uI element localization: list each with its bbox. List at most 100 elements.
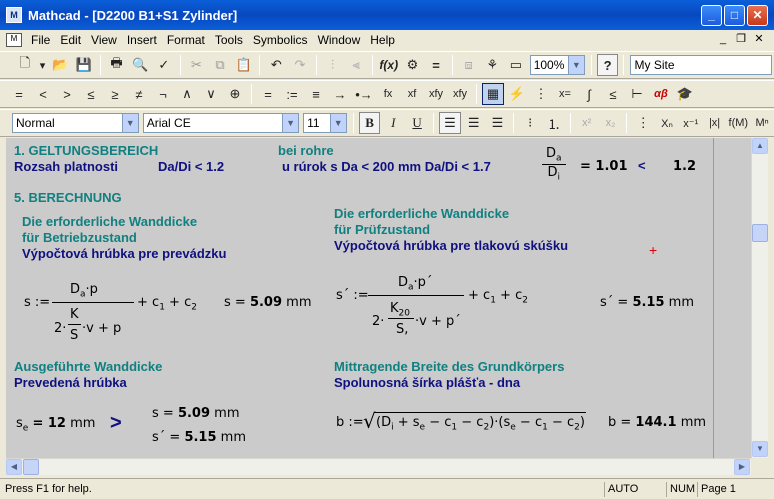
evaluation-toolbar-icon[interactable]: x= [554, 83, 576, 105]
align-across-icon[interactable]: ⫶ [322, 54, 344, 76]
graph-toolbar-icon[interactable]: ⚡ [506, 83, 528, 105]
scroll-up-icon[interactable]: ▲ [752, 138, 768, 154]
vectorize-icon[interactable]: f(M) [727, 112, 749, 134]
heading-mittragende-breite[interactable]: Mittragende Breite des Grundkörpers [334, 359, 564, 374]
left-heading-2[interactable]: für Betriebzustand [22, 230, 137, 245]
s-result[interactable]: s = 5.09 mm [224, 295, 312, 310]
op-keyword-symbolic[interactable]: •→ [353, 83, 375, 105]
op-and[interactable]: ∧ [176, 83, 198, 105]
print-icon[interactable]: 🖶 [106, 54, 128, 76]
programming-toolbar-icon[interactable]: ⊢ [626, 83, 648, 105]
left-heading-3[interactable]: Výpočtová hrúbka pre prevádzku [22, 246, 226, 261]
mathcad-app-icon[interactable]: M [6, 7, 22, 23]
bullets-icon[interactable]: ⁝ [519, 112, 541, 134]
horizontal-scrollbar[interactable]: ◀ ▶ [6, 458, 751, 475]
scroll-down-icon[interactable]: ▼ [752, 441, 768, 457]
op-xor[interactable]: ⊕ [224, 83, 246, 105]
menu-view[interactable]: View [86, 33, 122, 47]
insert-unit-icon[interactable]: ⚙ [402, 54, 424, 76]
insert-hyperlink-icon[interactable]: ⧈ [458, 54, 480, 76]
heading-geltungsbereich[interactable]: 1. GELTUNGSBEREICH [14, 143, 158, 158]
op-not[interactable]: ¬ [152, 83, 174, 105]
superscript-icon[interactable]: x² [576, 112, 598, 134]
heading-ausgefuehrte-wanddicke[interactable]: Ausgeführte Wanddicke [14, 359, 162, 374]
spellcheck-icon[interactable]: ✓ [153, 54, 175, 76]
op-equal[interactable]: = [8, 83, 30, 105]
new-icon[interactable]: 🗋 [14, 54, 36, 76]
style-dropdown-icon[interactable]: ▼ [121, 114, 138, 132]
subscript-icon[interactable]: x₂ [600, 112, 622, 134]
help-button[interactable]: ? [596, 54, 619, 76]
scroll-left-icon[interactable]: ◀ [6, 459, 22, 475]
text-da-di-limit[interactable]: Da/Di < 1.2 [158, 159, 224, 174]
document-icon[interactable]: M [6, 33, 22, 47]
op-postfix[interactable]: xf [401, 83, 423, 105]
close-button[interactable]: ✕ [747, 5, 768, 26]
open-icon[interactable]: 📂 [49, 54, 71, 76]
right-heading-3[interactable]: Výpočtová hrúbka pre tlakovú skúšku [334, 238, 568, 253]
menu-insert[interactable]: Insert [122, 33, 162, 47]
style-select[interactable]: Normal ▼ [12, 113, 139, 133]
doc-close-icon[interactable]: ✕ [752, 32, 766, 46]
doc-restore-icon[interactable]: ❐ [734, 32, 748, 46]
op-less-equal[interactable]: ≤ [80, 83, 102, 105]
worksheet[interactable]: 1. GELTUNGSBEREICH bei rohre Rozsah plat… [6, 138, 751, 458]
align-right-icon[interactable]: ☰ [487, 112, 509, 134]
op-infix[interactable]: xfy [425, 83, 447, 105]
align-left-icon[interactable]: ☰ [439, 112, 461, 134]
op-treefix[interactable]: xfy [449, 83, 471, 105]
text-bei-rohre[interactable]: bei rohre [278, 143, 334, 158]
menu-format[interactable]: Format [162, 33, 210, 47]
menu-help[interactable]: Help [365, 33, 400, 47]
copy-icon[interactable]: ⧉ [209, 54, 231, 76]
new-dropdown-icon[interactable]: ▾ [38, 54, 48, 76]
print-preview-icon[interactable]: 🔍 [129, 54, 151, 76]
heading-spolunosna-sirka[interactable]: Spolunosná šírka plášťa - dna [334, 375, 520, 390]
numbering-icon[interactable]: ⒈ [543, 112, 565, 134]
compare-s[interactable]: s = 5.09 mm [152, 406, 240, 421]
zoom-select[interactable]: 100% ▼ [529, 55, 585, 75]
right-heading-2[interactable]: für Prüfzustand [334, 222, 430, 237]
vertical-scroll-thumb[interactable] [752, 224, 768, 242]
op-or[interactable]: ∨ [200, 83, 222, 105]
vector-matrix-icon[interactable]: ⋮ [632, 112, 654, 134]
maximize-button[interactable]: □ [724, 5, 745, 26]
calculate-icon[interactable]: = [425, 54, 447, 76]
align-center-icon[interactable]: ☰ [463, 112, 485, 134]
menu-edit[interactable]: Edit [55, 33, 86, 47]
minimize-button[interactable]: _ [701, 5, 722, 26]
compare-s-prime[interactable]: s´ = 5.15 mm [152, 430, 246, 445]
op-prefix[interactable]: fx [377, 83, 399, 105]
op-define[interactable]: := [281, 83, 303, 105]
zoom-dropdown-icon[interactable]: ▼ [567, 56, 584, 74]
boolean-toolbar-icon[interactable]: ≤ [602, 83, 624, 105]
b-result[interactable]: b = 144.1 mm [608, 415, 706, 430]
op-greater-equal[interactable]: ≥ [104, 83, 126, 105]
italic-button[interactable]: I [382, 112, 404, 134]
inverse-icon[interactable]: x⁻¹ [680, 112, 702, 134]
op-greater[interactable]: > [56, 83, 78, 105]
heading-berechnung[interactable]: 5. BERECHNUNG [14, 190, 122, 205]
insert-function-icon[interactable]: f(x) [378, 54, 400, 76]
undo-icon[interactable]: ↶ [265, 54, 287, 76]
resource-center-icon[interactable]: ▭ [505, 54, 527, 76]
superscript-m-icon[interactable]: Mⁿ [751, 112, 773, 134]
horizontal-scroll-thumb[interactable] [23, 459, 39, 475]
op-global-define[interactable]: ≡ [305, 83, 327, 105]
paste-icon[interactable]: 📋 [233, 54, 255, 76]
matrix-toolbar-icon[interactable]: ⋮ [530, 83, 552, 105]
sp-result[interactable]: s´ = 5.15 mm [600, 295, 694, 310]
size-select[interactable]: 11 ▼ [303, 113, 347, 133]
scroll-right-icon[interactable]: ▶ [734, 459, 750, 475]
text-rozsah-platnosti[interactable]: Rozsah platnosti [14, 159, 118, 174]
save-icon[interactable]: 💾 [73, 54, 95, 76]
calculator-toolbar-icon[interactable]: ▦ [482, 83, 504, 105]
status-calc-mode[interactable]: AUTO [604, 482, 664, 497]
calculus-toolbar-icon[interactable]: ∫ [578, 83, 600, 105]
menu-file[interactable]: File [26, 33, 55, 47]
text-rurok-limit[interactable]: u rúrok s Da < 200 mm Da/Di < 1.7 [282, 159, 491, 174]
redo-icon[interactable]: ↷ [289, 54, 311, 76]
subscript-n-icon[interactable]: Xₙ [656, 112, 678, 134]
absolute-icon[interactable]: |x| [704, 112, 726, 134]
resources-select[interactable]: My Site [630, 55, 773, 75]
